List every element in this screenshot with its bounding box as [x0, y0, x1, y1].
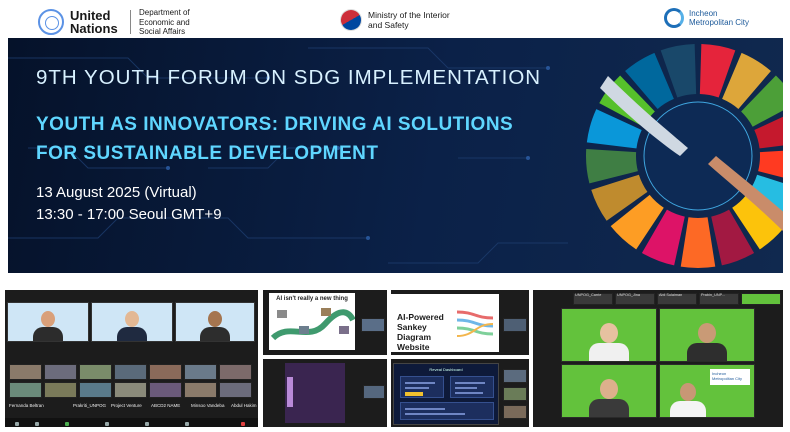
participants-button[interactable] [105, 422, 109, 426]
event-banner: 9TH YOUTH FORUM ON SDG IMPLEMENTATION YO… [8, 38, 783, 273]
speaker-thumbnail[interactable] [503, 369, 527, 383]
un-desa-logo: United Nations Department of Economic an… [38, 8, 211, 37]
incheon-mark-icon [664, 8, 684, 28]
dashboard-button[interactable] [405, 392, 423, 396]
participant-name: Prakriti_UNPOG [73, 403, 107, 408]
banner-subtitle: YOUTH AS INNOVATORS: DRIVING AI SOLUTION… [36, 114, 514, 164]
video-tile[interactable] [659, 308, 755, 362]
taegeuk-icon [335, 4, 367, 36]
participant-thumbnail[interactable] [44, 382, 77, 398]
participant-thumbnail[interactable] [219, 382, 252, 398]
video-tile[interactable] [7, 302, 89, 342]
participant-name: ABCD2 NAME [151, 403, 181, 408]
video-tile[interactable] [91, 302, 173, 342]
logo-bar: United Nations Department of Economic an… [0, 0, 790, 38]
participant-thumbnail[interactable] [79, 382, 112, 398]
participant-thumbnail[interactable] [9, 382, 42, 398]
participant [33, 311, 63, 341]
reactions-button[interactable] [185, 422, 189, 426]
dark-slide [285, 363, 345, 423]
shared-slide: AI isn't really a new thing [269, 293, 356, 350]
dashboard-card [450, 376, 494, 398]
participant [687, 323, 727, 361]
zoom-gallery-view: Fernanda Beltran Prakriti_UNPOG Project … [5, 290, 258, 427]
participant-name: UNPOG_Jina [617, 293, 641, 297]
banner-date: 13 August 2025 (Virtual) [36, 184, 197, 201]
participant-name: UNPOG_Carrie [575, 293, 602, 297]
video-tile[interactable] [175, 302, 255, 342]
participant-name: Abdul Hakim [231, 403, 257, 408]
participant-name: Fernanda Beltran [9, 403, 44, 408]
sdg-wheel-center [643, 101, 753, 211]
participant [117, 311, 147, 341]
slide-title: AI-Powered Sankey Diagram Website [397, 312, 444, 352]
speaker-thumbnail[interactable] [361, 318, 385, 332]
video-tile[interactable]: Incheon Metropolitan City [659, 364, 755, 418]
screen-share-dashboard: Reveal Dashboard [391, 359, 529, 427]
video-button[interactable] [35, 422, 39, 426]
video-tile[interactable] [561, 308, 657, 362]
speaker-thumbnail[interactable] [363, 385, 385, 399]
participant-thumbnail[interactable] [79, 364, 112, 380]
incheon-logo: Incheon Metropolitan City [664, 8, 751, 28]
incheon-logo-card: Incheon Metropolitan City [710, 369, 750, 385]
screen-share-dark [263, 359, 387, 427]
speaker-thumbnail[interactable] [503, 318, 527, 332]
participant-thumbnail[interactable] [184, 364, 217, 380]
mute-button[interactable] [15, 422, 19, 426]
sdg-segment [680, 217, 716, 268]
leave-button[interactable] [241, 422, 245, 426]
un-emblem-icon [38, 9, 64, 36]
banner-title: 9TH YOUTH FORUM ON SDG IMPLEMENTATION [36, 66, 542, 89]
screen-share-sankey: AI-Powered Sankey Diagram Website [391, 290, 529, 355]
participant-thumbnail[interactable] [114, 364, 147, 380]
participant-thumbnail[interactable] [114, 382, 147, 398]
moi-logo: Ministry of the Interior and Safety [335, 4, 464, 36]
banner-time: 13:30 - 17:00 Seoul GMT+9 [36, 206, 222, 223]
meeting-toolbar [5, 418, 258, 427]
un-name: United Nations [70, 8, 118, 37]
participant [589, 379, 629, 417]
sankey-chart-icon [456, 310, 494, 337]
logo-divider [130, 10, 131, 35]
speaker-thumbnail[interactable] [503, 387, 527, 401]
un-dept-name: Department of Economic and Social Affair… [139, 8, 190, 36]
video-tile[interactable] [561, 364, 657, 418]
participant-thumbnail[interactable] [9, 364, 42, 380]
participant-name: Minsoo Vandeba [191, 403, 225, 408]
participant [200, 311, 230, 341]
speaker-thumbnail[interactable] [503, 405, 527, 419]
incheon-name: Incheon Metropolitan City [689, 8, 750, 28]
participant-name: Prabin_UNP... [701, 293, 725, 297]
sdg-wheel-icon [586, 44, 783, 268]
chat-button[interactable] [145, 422, 149, 426]
shared-slide: AI-Powered Sankey Diagram Website [391, 294, 499, 352]
dashboard-card [400, 376, 444, 398]
participant-name: Abil Sulaiman [659, 293, 683, 297]
participant-thumbnail[interactable] [149, 382, 182, 398]
screen-share-slide: AI isn't really a new thing [263, 290, 387, 355]
timeline-graphic [270, 308, 356, 341]
participant [670, 383, 707, 417]
zoom-speaker-grid: UNPOG_Carrie UNPOG_Jina Abil Sulaiman Pr… [533, 290, 783, 427]
participant-thumbnail[interactable] [44, 364, 77, 380]
participant-thumbnail[interactable] [149, 364, 182, 380]
moi-name: Ministry of the Interior and Safety [368, 10, 450, 30]
participant-thumbnail[interactable] [219, 364, 252, 380]
participant [589, 323, 629, 361]
participant-thumbnail[interactable] [184, 382, 217, 398]
participant-name: Project Venture [111, 403, 142, 408]
dashboard-title: Reveal Dashboard [429, 367, 463, 372]
dashboard-screen: Reveal Dashboard [393, 363, 499, 425]
dashboard-card [400, 402, 494, 420]
share-button[interactable] [65, 422, 69, 426]
top-thumbnail[interactable] [741, 293, 781, 305]
